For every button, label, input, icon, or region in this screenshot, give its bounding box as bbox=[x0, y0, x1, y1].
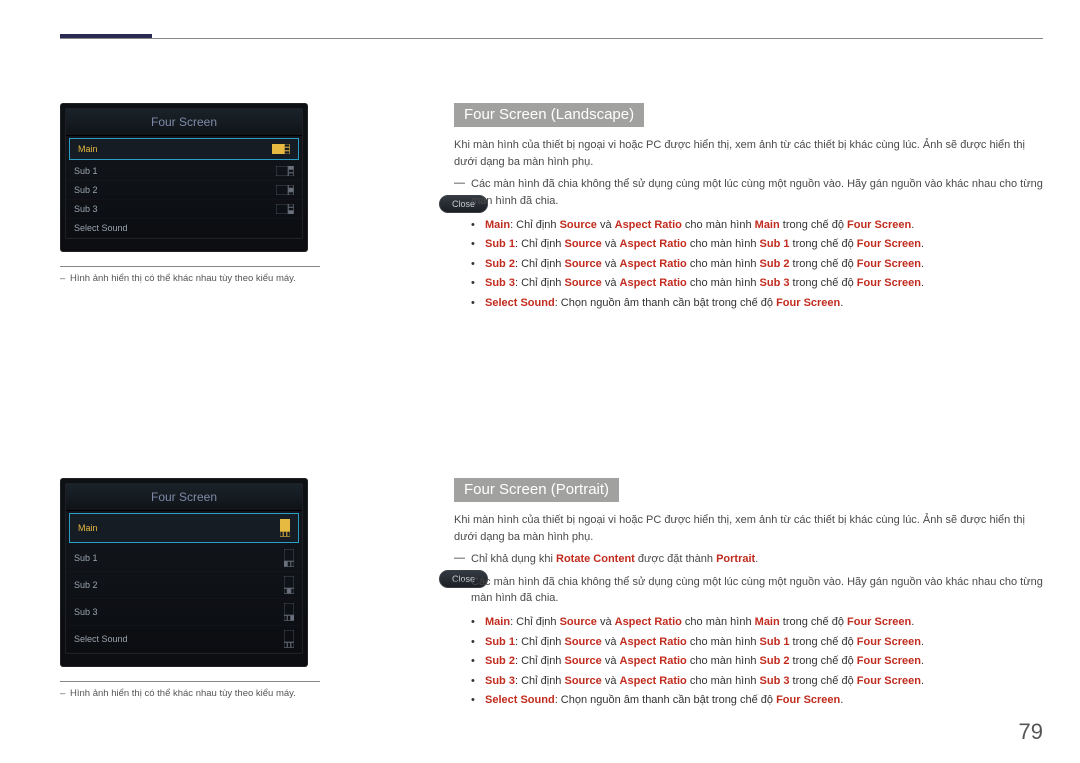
menu-item-select-sound[interactable]: Select Sound bbox=[66, 219, 302, 238]
menu-item-sub3[interactable]: Sub 3 bbox=[66, 200, 302, 219]
list-item: Sub 1: Chỉ định Source và Aspect Ratio c… bbox=[471, 632, 1043, 652]
layout-main-portrait-icon bbox=[280, 519, 290, 537]
heading-portrait: Four Screen (Portrait) bbox=[454, 478, 619, 502]
note-availability: Chỉ khả dụng khi Rotate Content được đặt… bbox=[454, 551, 1043, 568]
footnote-rule bbox=[60, 266, 320, 267]
footnote-rule bbox=[60, 681, 320, 682]
intro-text: Khi màn hình của thiết bị ngoại vi hoặc … bbox=[454, 512, 1043, 545]
footnote-text: Hình ảnh hiển thị có thể khác nhau tùy t… bbox=[60, 688, 430, 699]
intro-text: Khi màn hình của thiết bị ngoại vi hoặc … bbox=[454, 137, 1043, 170]
list-item: Sub 2: Chỉ định Source và Aspect Ratio c… bbox=[471, 254, 1043, 274]
menu-item-label: Sub 3 bbox=[74, 607, 98, 617]
layout-sub2-portrait-icon bbox=[284, 576, 294, 594]
four-screen-landscape-panel: Four Screen Main Sub 1 bbox=[60, 103, 308, 252]
layout-sub3-landscape-icon bbox=[276, 204, 294, 214]
section-portrait: Four Screen (Portrait) Khi màn hình của … bbox=[454, 478, 1043, 710]
menu-item-label: Sub 2 bbox=[74, 580, 98, 590]
layout-sound-portrait-icon bbox=[284, 630, 294, 648]
list-item: Sub 2: Chỉ định Source và Aspect Ratio c… bbox=[471, 652, 1043, 672]
left-column-bottom: Four Screen Main Sub 1 bbox=[60, 478, 430, 699]
section-landscape: Four Screen (Landscape) Khi màn hình của… bbox=[454, 103, 1043, 313]
layout-sub1-landscape-icon bbox=[276, 166, 294, 176]
list-item: Main: Chỉ định Source và Aspect Ratio ch… bbox=[471, 613, 1043, 633]
heading-landscape: Four Screen (Landscape) bbox=[454, 103, 644, 127]
menu-item-label: Select Sound bbox=[74, 634, 128, 644]
menu-item-label: Sub 2 bbox=[74, 185, 98, 195]
note-text: Các màn hình đã chia không thể sử dụng c… bbox=[454, 574, 1043, 607]
footnote-text: Hình ảnh hiển thị có thể khác nhau tùy t… bbox=[60, 273, 430, 284]
menu-item-sub2[interactable]: Sub 2 bbox=[66, 572, 302, 599]
list-item: Sub 3: Chỉ định Source và Aspect Ratio c… bbox=[471, 274, 1043, 294]
menu-item-select-sound[interactable]: Select Sound bbox=[66, 626, 302, 653]
left-column-top: Four Screen Main Sub 1 bbox=[60, 103, 430, 284]
list-item: Select Sound: Chọn nguồn âm thanh cần bậ… bbox=[471, 293, 1043, 313]
list-item: Sub 3: Chỉ định Source và Aspect Ratio c… bbox=[471, 671, 1043, 691]
menu-item-sub3[interactable]: Sub 3 bbox=[66, 599, 302, 626]
layout-main-landscape-icon bbox=[272, 144, 290, 154]
menu-item-sub1[interactable]: Sub 1 bbox=[66, 545, 302, 572]
page-number: 79 bbox=[1019, 719, 1043, 745]
panel-title: Four Screen bbox=[66, 484, 302, 511]
header-rule bbox=[60, 38, 1043, 39]
layout-sub2-landscape-icon bbox=[276, 185, 294, 195]
menu-item-label: Main bbox=[78, 523, 98, 533]
layout-sub3-portrait-icon bbox=[284, 603, 294, 621]
four-screen-portrait-panel: Four Screen Main Sub 1 bbox=[60, 478, 308, 667]
menu-item-label: Select Sound bbox=[74, 223, 128, 233]
list-item: Main: Chỉ định Source và Aspect Ratio ch… bbox=[471, 215, 1043, 235]
menu-item-label: Main bbox=[78, 144, 98, 154]
bullet-list: Main: Chỉ định Source và Aspect Ratio ch… bbox=[454, 613, 1043, 711]
menu-item-sub2[interactable]: Sub 2 bbox=[66, 181, 302, 200]
layout-sub1-portrait-icon bbox=[284, 549, 294, 567]
menu-item-main[interactable]: Main bbox=[69, 138, 299, 160]
menu-item-label: Sub 3 bbox=[74, 204, 98, 214]
note-text: Các màn hình đã chia không thể sử dụng c… bbox=[454, 176, 1043, 209]
menu-item-label: Sub 1 bbox=[74, 553, 98, 563]
bullet-list: Main: Chỉ định Source và Aspect Ratio ch… bbox=[454, 215, 1043, 313]
menu-item-main[interactable]: Main bbox=[69, 513, 299, 543]
panel-title: Four Screen bbox=[66, 109, 302, 136]
list-item: Select Sound: Chọn nguồn âm thanh cần bậ… bbox=[471, 691, 1043, 711]
list-item: Sub 1: Chỉ định Source và Aspect Ratio c… bbox=[471, 235, 1043, 255]
menu-item-sub1[interactable]: Sub 1 bbox=[66, 162, 302, 181]
menu-item-label: Sub 1 bbox=[74, 166, 98, 176]
